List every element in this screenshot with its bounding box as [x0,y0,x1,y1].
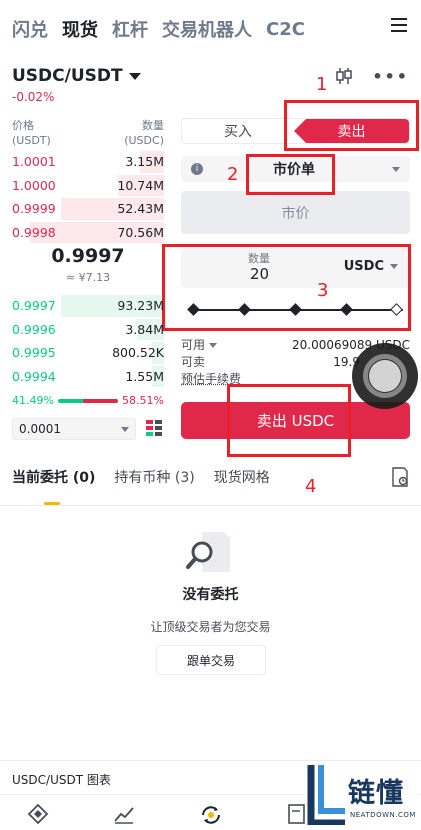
ask-row[interactable]: 0.9998 70.56M [12,221,164,245]
chevron-down-icon [392,167,400,172]
empty-orders-icon [186,532,230,572]
buy-ratio: 41.49% [12,394,54,407]
ask-row[interactable]: 1.0000 10.74M [12,174,164,198]
bid-qty: 800.52K [112,345,164,361]
sellable-label: 可卖 [181,355,206,369]
ask-price: 1.0000 [12,177,56,193]
copy-trading-button[interactable]: 跟单交易 [156,645,266,675]
tab-open-orders[interactable]: 当前委托 (0) [12,467,95,505]
qty-header: 数量 [142,119,164,132]
tab-c2c[interactable]: C2C [266,19,305,40]
mid-price: 0.9997 [51,245,125,267]
available-label: 可用 [181,338,206,352]
annotation-box-1 [284,100,419,151]
ask-qty: 52.43M [117,201,164,217]
bid-qty: 93.23M [117,298,164,314]
pair-symbol: USDC/USDT [12,66,123,86]
last-price[interactable]: 0.9997 ≈ ¥7.13 [12,245,164,284]
bid-row[interactable]: 0.9997 93.23M [12,294,164,318]
watermark-cn: 链懂 [348,778,404,809]
price-input: 市价 [181,191,410,234]
annotation-box-3 [162,244,411,331]
bid-price: 0.9996 [12,321,56,337]
candlestick-chart-icon[interactable] [334,66,354,86]
ratio-bar [57,398,119,403]
watermark-en: NEATDOWN.COM [350,811,416,819]
bid-row[interactable]: 0.9996 3.84M [12,318,164,342]
orderbook-layout-icon[interactable] [145,419,163,437]
bid-price: 0.9994 [12,368,56,384]
precision-value: 0.0001 [19,422,61,436]
ask-qty: 10.74M [117,177,164,193]
annotation-number-3: 3 [317,280,329,301]
ask-price: 0.9998 [12,224,56,240]
watermark-logo: 链懂 NEATDOWN.COM [305,761,419,827]
chart-link-label: USDC/USDT 图表 [12,773,111,787]
ask-row[interactable]: 1.0001 3.15M [12,150,164,174]
ask-price: 1.0001 [12,154,56,170]
annotation-number-1: 1 [316,74,328,95]
annotation-number-2: 2 [227,164,239,185]
divider [0,505,421,506]
chevron-down-icon [209,343,218,348]
orderbook-header: 价格 数量 (USDT) (USDC) [12,118,164,148]
pair-selector[interactable]: USDC/USDT [12,66,141,86]
price-header: 价格 [12,119,34,132]
markets-icon[interactable] [113,803,135,825]
ask-qty: 3.15M [125,154,164,170]
price-unit: (USDT) [12,134,51,147]
bid-qty: 1.55M [125,368,164,384]
empty-subtitle: 让顶级交易者为您交易 [150,620,271,634]
ask-price: 0.9999 [12,201,56,217]
available-label-wrap[interactable]: 可用 [181,336,218,353]
bid-price: 0.9995 [12,345,56,361]
qty-unit: (USDC) [124,134,164,147]
header-icons: ••• [334,66,409,86]
annotation-box-4 [227,384,351,457]
trade-icon[interactable] [199,803,223,827]
orders-icon[interactable] [287,803,307,825]
bid-row[interactable]: 0.9994 1.55M [12,365,164,389]
fiat-price: ≈ ¥7.13 [65,271,111,284]
orders-tabs: 当前委托 (0) 持有币种 (3) 现货网格 [12,467,412,505]
empty-title: 没有委托 [182,587,239,603]
tab-trading-bots[interactable]: 交易机器人 [162,16,252,42]
bid-price: 0.9997 [12,298,56,314]
buy-sell-ratio: 41.49% 58.51% [12,394,164,407]
bid-row[interactable]: 0.9995 800.52K [12,341,164,365]
tab-spot[interactable]: 现货 [62,16,98,42]
more-icon[interactable]: ••• [372,67,409,86]
tab-convert[interactable]: 闪兑 [12,16,48,42]
tab-holdings[interactable]: 持有币种 (3) [114,467,194,497]
sell-ratio: 58.51% [122,394,164,407]
assistive-touch-button[interactable] [352,343,418,409]
price-change: -0.02% [12,90,55,104]
bid-list: 0.9997 93.23M 0.9996 3.84M 0.9995 800.52K 0… [12,294,164,388]
chevron-down-icon [121,427,129,432]
ask-qty: 70.56M [117,224,164,240]
precision-select[interactable]: 0.0001 [12,418,136,440]
buy-tab[interactable]: 买入 [182,119,294,143]
tab-spot-grid[interactable]: 现货网格 [214,467,270,497]
menu-icon[interactable] [391,18,407,32]
ask-row[interactable]: 0.9999 52.43M [12,197,164,221]
annotation-box-2 [246,154,335,195]
chevron-down-icon [128,72,141,80]
tab-margin[interactable]: 杠杆 [112,16,148,42]
info-icon[interactable]: i [191,163,203,175]
home-icon[interactable] [27,803,49,825]
top-nav: 闪兑 现货 杠杆 交易机器人 C2C [0,0,421,58]
bid-qty: 3.84M [125,321,164,337]
order-history-icon[interactable] [391,467,409,487]
watermark-logo-icon [307,765,345,825]
ask-list: 1.0001 3.15M 1.0000 10.74M 0.9999 52.43M 0.… [12,150,164,244]
